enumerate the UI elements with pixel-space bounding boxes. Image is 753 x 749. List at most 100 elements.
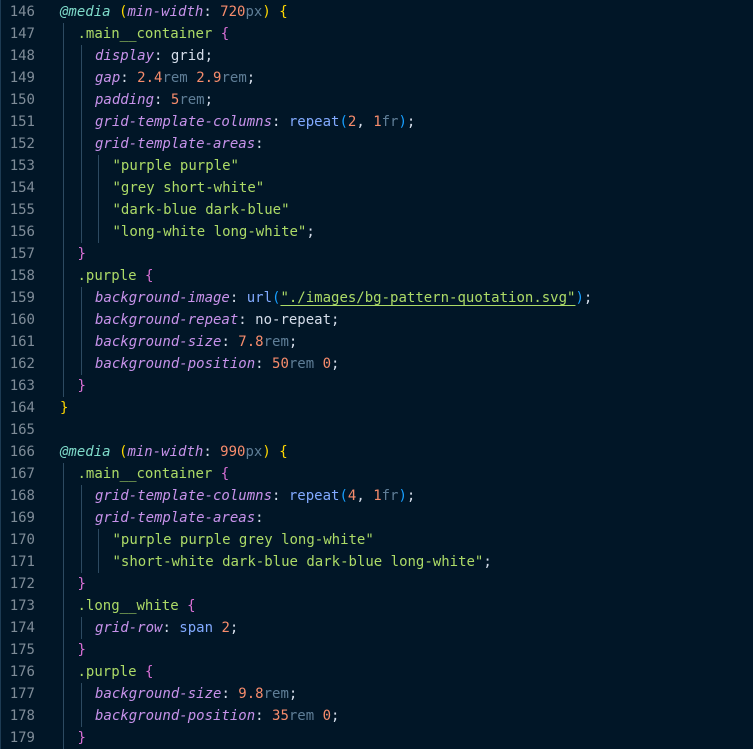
indent-guide bbox=[63, 287, 64, 309]
code-text[interactable]: @media (min-width: 990px) { bbox=[60, 441, 288, 463]
code-text[interactable]: } bbox=[78, 573, 86, 595]
code-line[interactable]: 161 background-size: 7.8rem; bbox=[1, 331, 753, 353]
code-text[interactable]: @media (min-width: 720px) { bbox=[60, 1, 288, 23]
code-text[interactable]: } bbox=[78, 243, 86, 265]
code-line[interactable]: 179} bbox=[1, 727, 753, 749]
code-text[interactable]: grid-template-areas: bbox=[95, 133, 264, 155]
code-line[interactable]: 160 background-repeat: no-repeat; bbox=[1, 309, 753, 331]
code-line[interactable]: 170 "purple purple grey long-white" bbox=[1, 529, 753, 551]
code-token-str: "purple purple grey long-white" bbox=[112, 532, 374, 548]
code-token-unit: rem bbox=[162, 70, 188, 86]
code-token-func: span bbox=[179, 620, 214, 636]
code-line[interactable]: 175} bbox=[1, 639, 753, 661]
code-text[interactable]: } bbox=[78, 639, 86, 661]
code-text[interactable]: background-position: 50rem 0; bbox=[95, 353, 339, 375]
code-text[interactable]: .main__container { bbox=[78, 23, 230, 45]
code-text[interactable]: "short-white dark-blue dark-blue long-wh… bbox=[113, 551, 492, 573]
code-text[interactable]: background-position: 35rem 0; bbox=[95, 705, 339, 727]
indent-guide bbox=[80, 45, 82, 67]
code-line[interactable]: 146 @media (min-width: 720px) { bbox=[1, 1, 753, 23]
indent-guide bbox=[98, 221, 99, 243]
code-token-num: 1 bbox=[373, 114, 382, 130]
code-text[interactable]: "dark-blue dark-blue" bbox=[113, 199, 290, 221]
code-line[interactable]: 173 .long__white { bbox=[1, 595, 753, 617]
code-text[interactable]: .purple { bbox=[78, 265, 154, 287]
code-line[interactable]: 172} bbox=[1, 573, 753, 595]
code-text[interactable]: "grey short-white" bbox=[113, 177, 265, 199]
code-token-punct: : bbox=[255, 510, 264, 526]
code-line[interactable]: 176 .purple { bbox=[1, 661, 753, 683]
code-token-prop: background-repeat bbox=[95, 312, 239, 328]
code-line[interactable]: 158 .purple { bbox=[1, 265, 753, 287]
code-text[interactable]: .purple { bbox=[78, 661, 154, 683]
code-token-sel: .main__container bbox=[77, 26, 213, 42]
code-line[interactable]: 151 grid-template-columns: repeat(2, 1fr)… bbox=[1, 111, 753, 133]
code-text[interactable]: } bbox=[78, 727, 86, 749]
code-line[interactable]: 167 .main__container { bbox=[1, 463, 753, 485]
code-editor[interactable]: 146 @media (min-width: 720px) {147 .main__… bbox=[0, 0, 753, 749]
line-number: 174 bbox=[9, 620, 35, 636]
code-line[interactable]: 159 background-image: url("./images/bg-pa… bbox=[1, 287, 753, 309]
code-text[interactable]: grid-template-columns: repeat(2, 1fr); bbox=[95, 111, 415, 133]
code-text[interactable]: grid-template-areas: bbox=[95, 507, 264, 529]
code-line[interactable]: 153 "purple purple" bbox=[1, 155, 753, 177]
code-token-brace2: } bbox=[77, 246, 86, 262]
code-line[interactable]: 147 .main__container { bbox=[1, 23, 753, 45]
code-line[interactable]: 155 "dark-blue dark-blue" bbox=[1, 199, 753, 221]
code-text[interactable]: background-repeat: no-repeat; bbox=[95, 309, 339, 331]
code-token-punct: : bbox=[154, 48, 171, 64]
code-token-prop: background-size bbox=[95, 686, 222, 702]
code-token-brace3: ) bbox=[398, 488, 407, 504]
code-line[interactable]: 178 background-position: 35rem 0; bbox=[1, 705, 753, 727]
code-text[interactable]: padding: 5rem; bbox=[95, 89, 213, 111]
indent-guide bbox=[63, 353, 64, 375]
code-text[interactable]: "purple purple grey long-white" bbox=[113, 529, 374, 551]
code-token-punct: ; bbox=[204, 48, 214, 64]
code-line[interactable]: 168 grid-template-columns: repeat(4, 1fr)… bbox=[1, 485, 753, 507]
code-line[interactable]: 171 "short-white dark-blue dark-blue long… bbox=[1, 551, 753, 573]
code-text[interactable]: grid-row: span 2; bbox=[95, 617, 238, 639]
code-text[interactable]: } bbox=[78, 375, 86, 397]
code-line[interactable]: 154 "grey short-white" bbox=[1, 177, 753, 199]
code-text[interactable]: "purple purple" bbox=[113, 155, 239, 177]
indent-guide bbox=[63, 683, 64, 705]
code-token-brace2: } bbox=[77, 576, 86, 592]
code-text[interactable]: } bbox=[60, 397, 68, 419]
code-line[interactable]: 177 background-size: 9.8rem; bbox=[1, 683, 753, 705]
code-token-prop: grid-row bbox=[95, 620, 163, 636]
code-text[interactable]: gap: 2.4rem 2.9rem; bbox=[95, 67, 255, 89]
code-text[interactable]: .long__white { bbox=[78, 595, 196, 617]
code-line[interactable]: 156 "long-white long-white"; bbox=[1, 221, 753, 243]
code-token-link: "./images/bg-pattern-quotation.svg" bbox=[280, 290, 576, 306]
code-text[interactable]: grid-template-columns: repeat(4, 1fr); bbox=[95, 485, 415, 507]
indent-guide bbox=[63, 573, 64, 595]
code-text[interactable]: background-size: 9.8rem; bbox=[95, 683, 297, 705]
code-text[interactable]: display: grid; bbox=[95, 45, 213, 67]
code-line[interactable]: 149 gap: 2.4rem 2.9rem; bbox=[1, 67, 753, 89]
code-line[interactable]: 148 display: grid; bbox=[1, 45, 753, 67]
code-text[interactable]: background-size: 7.8rem; bbox=[95, 331, 297, 353]
code-text[interactable]: background-image: url("./images/bg-patte… bbox=[95, 287, 592, 309]
code-token-prop: grid-template-areas bbox=[95, 510, 256, 526]
line-number: 157 bbox=[9, 246, 35, 262]
code-line[interactable]: 162 background-position: 50rem 0; bbox=[1, 353, 753, 375]
code-line[interactable]: 157} bbox=[1, 243, 753, 265]
code-line[interactable]: 152 grid-template-areas: bbox=[1, 133, 753, 155]
code-line[interactable]: 165 bbox=[1, 419, 753, 441]
code-token-func: url bbox=[246, 290, 273, 306]
code-line[interactable]: 163} bbox=[1, 375, 753, 397]
code-text[interactable]: .main__container { bbox=[78, 463, 230, 485]
line-number: 165 bbox=[9, 422, 35, 438]
code-line[interactable]: 150 padding: 5rem; bbox=[1, 89, 753, 111]
code-line[interactable]: 164} bbox=[1, 397, 753, 419]
code-token-punct: ; bbox=[288, 686, 298, 702]
code-line[interactable]: 174 grid-row: span 2; bbox=[1, 617, 753, 639]
code-token-prop: grid-template-areas bbox=[95, 136, 256, 152]
code-token-brace2: { bbox=[144, 268, 154, 284]
indent-guide bbox=[98, 155, 99, 177]
code-token-unit: px bbox=[245, 444, 263, 460]
code-line[interactable]: 169 grid-template-areas: bbox=[1, 507, 753, 529]
code-line[interactable]: 166 @media (min-width: 990px) { bbox=[1, 441, 753, 463]
code-text[interactable]: "long-white long-white"; bbox=[113, 221, 315, 243]
indent-guide bbox=[63, 661, 64, 683]
